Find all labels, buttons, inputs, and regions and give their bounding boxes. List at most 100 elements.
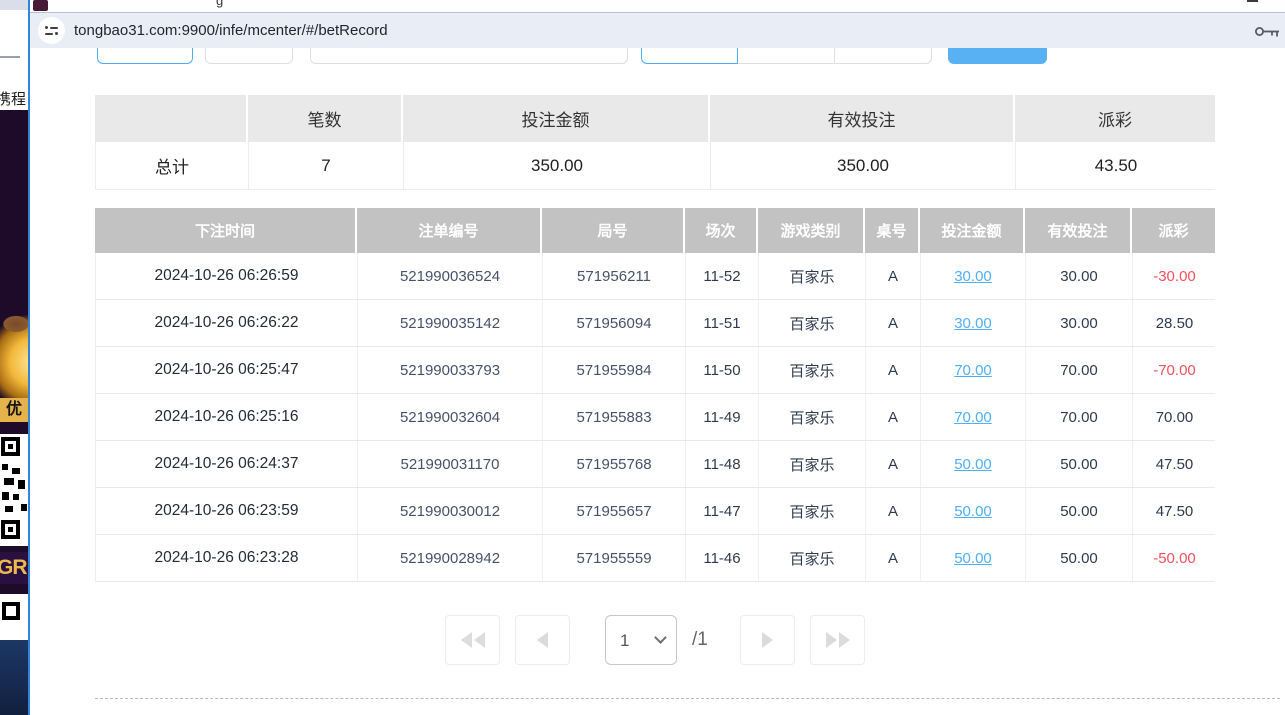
cell-valid-bet: 50.00 bbox=[1026, 535, 1133, 581]
cell-game-type: 百家乐 bbox=[759, 347, 866, 393]
password-key-icon[interactable] bbox=[1254, 24, 1281, 44]
header-bet-time: 下注时间 bbox=[95, 208, 357, 253]
cell-session: 11-47 bbox=[686, 488, 759, 534]
cell-valid-bet: 30.00 bbox=[1026, 253, 1133, 299]
promo-label: 优 bbox=[0, 398, 28, 422]
header-payout: 派彩 bbox=[1132, 208, 1215, 253]
window-control-icon[interactable] bbox=[1247, 0, 1258, 2]
cell-payout: -50.00 bbox=[1133, 535, 1216, 581]
previous-page-button[interactable] bbox=[515, 615, 570, 665]
screen: 携程 优 GR bbox=[0, 0, 1285, 715]
dashed-divider bbox=[95, 698, 1280, 699]
total-pages-label: /1 bbox=[692, 615, 708, 665]
page-select-wrap: 1 bbox=[605, 615, 677, 665]
cell-bet-id: 521990031170 bbox=[358, 441, 543, 487]
gold-coin-image bbox=[0, 310, 28, 398]
left-arrow-icon bbox=[537, 632, 548, 648]
table-row: 2024-10-26 06:23:28 521990028942 5719555… bbox=[95, 535, 1215, 582]
cell-valid-bet: 70.00 bbox=[1026, 347, 1133, 393]
cell-bet-time: 2024-10-26 06:23:28 bbox=[96, 535, 358, 581]
search-button[interactable] bbox=[948, 48, 1047, 64]
date-range-button-group bbox=[641, 48, 932, 64]
cell-table-no: A bbox=[866, 394, 921, 440]
cell-session: 11-50 bbox=[686, 347, 759, 393]
background-window-strip: 携程 优 GR bbox=[0, 0, 28, 715]
cell-bet-amount: 50.00 bbox=[921, 488, 1026, 534]
bet-record-page: 笔数 投注金额 有效投注 派彩 总计 7 350.00 350.00 43.50… bbox=[30, 48, 1285, 715]
summary-header-bet-amount: 投注金额 bbox=[403, 95, 710, 142]
banner-gap bbox=[0, 584, 28, 594]
cell-session: 11-48 bbox=[686, 441, 759, 487]
bet-amount-link[interactable]: 50.00 bbox=[954, 550, 992, 567]
double-right-arrow-icon bbox=[826, 632, 837, 648]
filter-button[interactable] bbox=[205, 48, 293, 64]
range-segment[interactable] bbox=[738, 48, 835, 64]
summary-total-label: 总计 bbox=[96, 142, 249, 189]
next-page-button[interactable] bbox=[740, 615, 795, 665]
summary-header-count: 笔数 bbox=[248, 95, 403, 142]
cell-bet-id: 521990028942 bbox=[358, 535, 543, 581]
cell-bet-amount: 30.00 bbox=[921, 300, 1026, 346]
summary-total-count: 7 bbox=[249, 142, 404, 189]
cell-bet-amount: 70.00 bbox=[921, 347, 1026, 393]
qr-code-image bbox=[0, 434, 28, 546]
qr-finder-square bbox=[2, 602, 20, 620]
background-window-partial-text: 携程 bbox=[0, 88, 28, 108]
last-page-button[interactable] bbox=[810, 615, 865, 665]
bet-amount-link[interactable]: 30.00 bbox=[954, 268, 992, 285]
filter-input[interactable] bbox=[310, 48, 628, 64]
cell-game-type: 百家乐 bbox=[759, 441, 866, 487]
summary-total-row: 总计 7 350.00 350.00 43.50 bbox=[95, 142, 1215, 190]
cell-round-id: 571955768 bbox=[543, 441, 686, 487]
cell-bet-time: 2024-10-26 06:26:59 bbox=[96, 253, 358, 299]
qr-code-image-small bbox=[0, 594, 28, 640]
tune-icon bbox=[45, 32, 58, 35]
cell-table-no: A bbox=[866, 300, 921, 346]
bet-record-table: 下注时间 注单编号 局号 场次 游戏类别 桌号 投注金额 有效投注 派彩 202… bbox=[95, 208, 1215, 582]
bet-amount-link[interactable]: 70.00 bbox=[954, 409, 992, 426]
range-segment[interactable] bbox=[835, 48, 932, 64]
bet-amount-link[interactable]: 30.00 bbox=[954, 315, 992, 332]
cell-valid-bet: 30.00 bbox=[1026, 300, 1133, 346]
cell-table-no: A bbox=[866, 441, 921, 487]
cell-game-type: 百家乐 bbox=[759, 394, 866, 440]
bet-amount-link[interactable]: 70.00 bbox=[954, 362, 992, 379]
cell-bet-amount: 30.00 bbox=[921, 253, 1026, 299]
page-select[interactable]: 1 bbox=[605, 615, 677, 665]
cell-game-type: 百家乐 bbox=[759, 300, 866, 346]
cell-session: 11-46 bbox=[686, 535, 759, 581]
tab-title-fragment: g bbox=[216, 0, 223, 8]
cell-session: 11-52 bbox=[686, 253, 759, 299]
cell-bet-amount: 70.00 bbox=[921, 394, 1026, 440]
cell-game-type: 百家乐 bbox=[759, 535, 866, 581]
background-window-divider bbox=[0, 56, 20, 58]
cell-bet-id: 521990035142 bbox=[358, 300, 543, 346]
double-left-arrow-icon bbox=[474, 632, 485, 648]
header-game-type: 游戏类别 bbox=[758, 208, 865, 253]
tune-icon bbox=[45, 26, 58, 29]
right-arrow-icon bbox=[762, 632, 773, 648]
bet-amount-link[interactable]: 50.00 bbox=[954, 456, 992, 473]
summary-total-valid-bet: 350.00 bbox=[711, 142, 1016, 189]
address-bar[interactable]: tongbao31.com:9900/infe/mcenter/#/betRec… bbox=[30, 12, 1285, 48]
site-info-button[interactable] bbox=[38, 17, 65, 44]
pagination: 1 /1 bbox=[30, 615, 1285, 665]
background-banner-bottom bbox=[0, 640, 28, 715]
first-page-button[interactable] bbox=[445, 615, 500, 665]
bet-amount-link[interactable]: 50.00 bbox=[954, 503, 992, 520]
cell-valid-bet: 50.00 bbox=[1026, 441, 1133, 487]
double-left-arrow-icon bbox=[461, 632, 472, 648]
url-text[interactable]: tongbao31.com:9900/infe/mcenter/#/betRec… bbox=[74, 13, 388, 49]
header-bet-id: 注单编号 bbox=[357, 208, 542, 253]
table-row: 2024-10-26 06:25:16 521990032604 5719558… bbox=[95, 394, 1215, 441]
browser-titlebar: g bbox=[30, 0, 1285, 12]
filter-button-active[interactable] bbox=[97, 48, 193, 64]
range-segment-active[interactable] bbox=[641, 48, 738, 64]
cell-session: 11-51 bbox=[686, 300, 759, 346]
cell-round-id: 571956094 bbox=[543, 300, 686, 346]
cell-session: 11-49 bbox=[686, 394, 759, 440]
header-valid-bet: 有效投注 bbox=[1025, 208, 1132, 253]
table-row: 2024-10-26 06:23:59 521990030012 5719556… bbox=[95, 488, 1215, 535]
cell-payout: -30.00 bbox=[1133, 253, 1216, 299]
cell-valid-bet: 50.00 bbox=[1026, 488, 1133, 534]
